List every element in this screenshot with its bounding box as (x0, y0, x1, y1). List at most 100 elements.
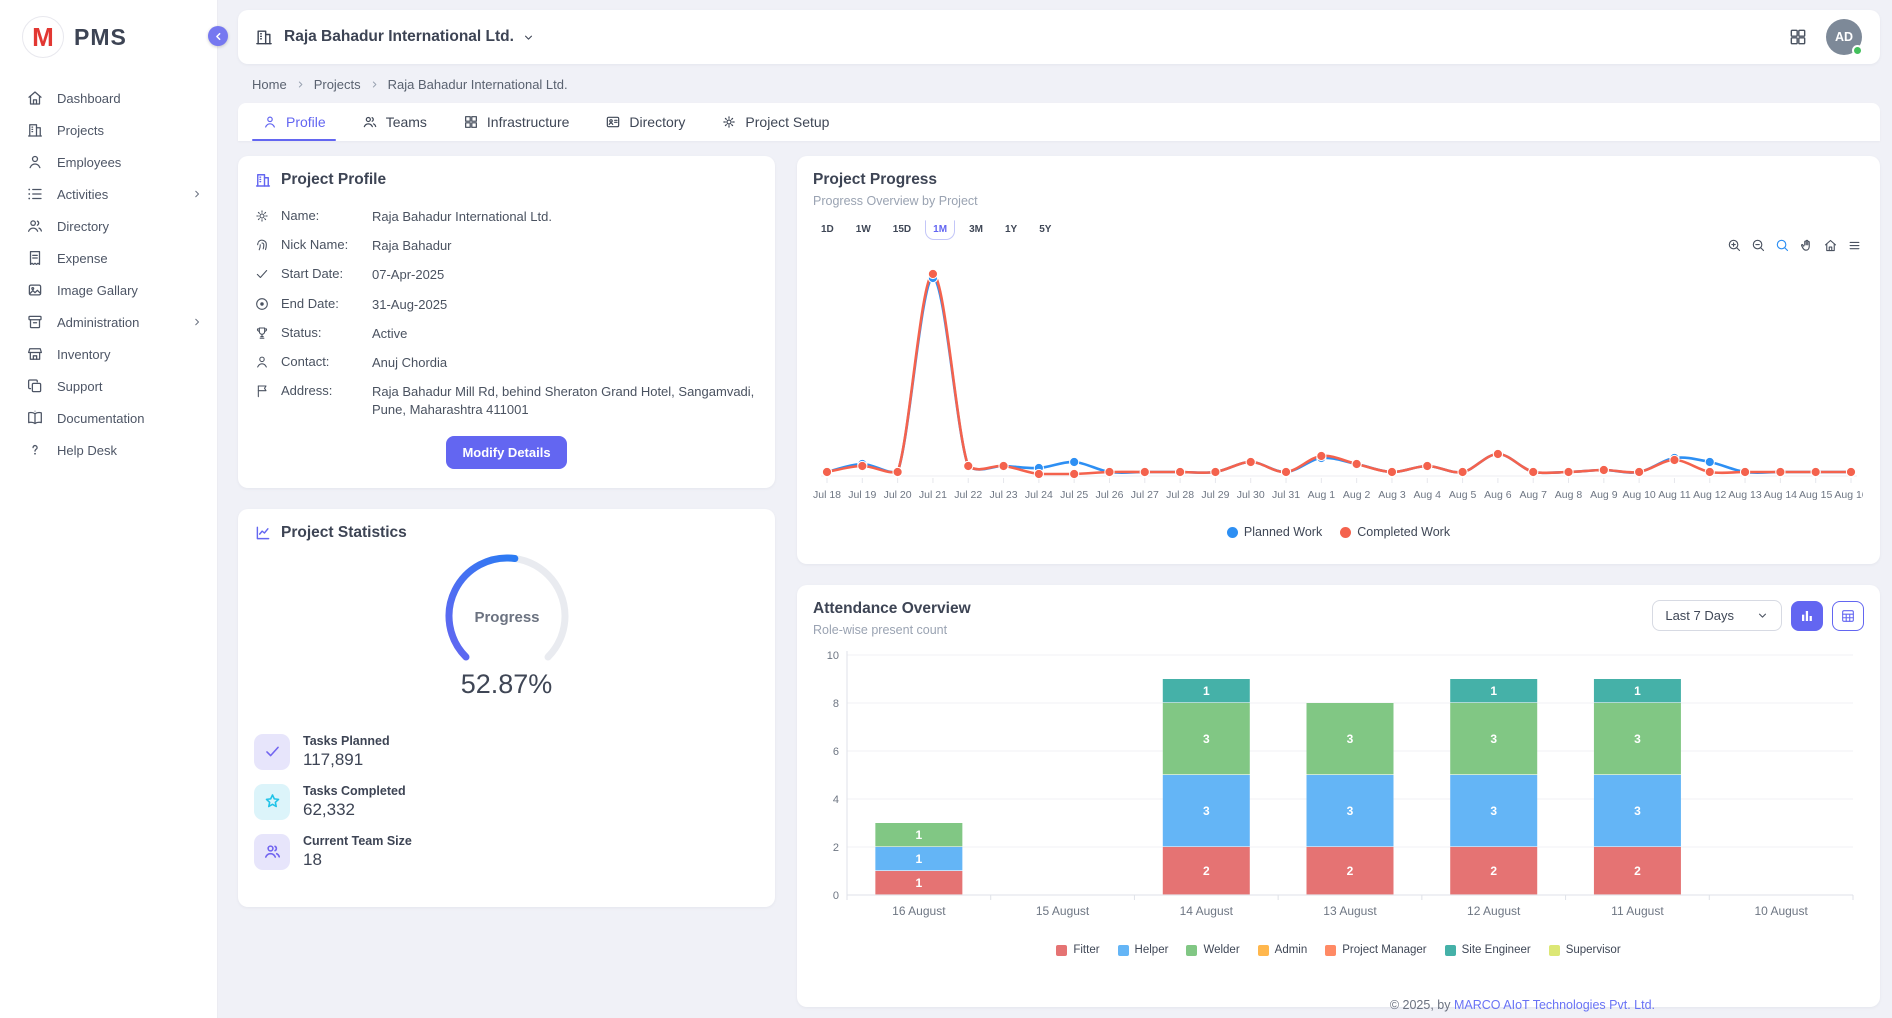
field-label: Address: (281, 382, 361, 398)
svg-text:16 August: 16 August (892, 904, 946, 918)
svg-text:Jul 30: Jul 30 (1237, 489, 1265, 501)
legend-item-site-engineer[interactable]: Site Engineer (1445, 944, 1531, 956)
sidebar-item-inventory[interactable]: Inventory (0, 338, 217, 370)
breadcrumb: HomeProjectsRaja Bahadur International L… (238, 64, 1880, 103)
buildings-icon (26, 121, 44, 139)
app-logo[interactable]: M PMS (0, 0, 217, 72)
legend-item-admin[interactable]: Admin (1258, 944, 1308, 956)
sidebar-item-help-desk[interactable]: Help Desk (0, 434, 217, 466)
legend-item-completed-work[interactable]: Completed Work (1340, 525, 1450, 539)
svg-text:12 August: 12 August (1467, 904, 1521, 918)
profile-field-row: Name:Raja Bahadur International Ltd. (254, 207, 759, 226)
profile-field-row: End Date:31-Aug-2025 (254, 295, 759, 314)
building-icon (254, 171, 272, 189)
field-value: 31-Aug-2025 (372, 295, 759, 314)
svg-text:Progress: Progress (474, 609, 539, 626)
svg-text:2: 2 (1634, 864, 1641, 878)
zoom-in-icon[interactable] (1727, 238, 1742, 253)
svg-text:13 August: 13 August (1323, 904, 1377, 918)
sidebar-item-projects[interactable]: Projects (0, 114, 217, 146)
range-button-1d[interactable]: 1D (813, 220, 842, 240)
svg-text:Aug 7: Aug 7 (1519, 489, 1547, 501)
home-icon[interactable] (1823, 238, 1838, 253)
legend-item-planned-work[interactable]: Planned Work (1227, 525, 1322, 539)
fingerprint-icon (254, 237, 270, 253)
time-range-buttons: 1D 1W 15D 1M 3M 1Y 5Y (813, 220, 1864, 240)
tab-directory[interactable]: Directory (587, 103, 703, 141)
sidebar-item-directory[interactable]: Directory (0, 210, 217, 242)
sidebar-item-label: Employees (57, 155, 121, 170)
tab-teams[interactable]: Teams (344, 103, 445, 141)
sidebar-item-image-gallary[interactable]: Image Gallary (0, 274, 217, 306)
tab-infrastructure[interactable]: Infrastructure (445, 103, 587, 141)
tab-profile[interactable]: Profile (244, 103, 344, 141)
svg-text:Aug 9: Aug 9 (1590, 489, 1618, 501)
gear-icon (721, 114, 737, 130)
svg-text:Jul 26: Jul 26 (1095, 489, 1123, 501)
stat-label: Current Team Size (303, 834, 412, 848)
sidebar-item-support[interactable]: Support (0, 370, 217, 402)
tab-label: Project Setup (745, 114, 829, 130)
range-button-1y[interactable]: 1Y (997, 220, 1025, 240)
legend-item-helper[interactable]: Helper (1118, 944, 1169, 956)
sidebar-item-label: Directory (57, 219, 109, 234)
svg-text:Aug 3: Aug 3 (1378, 489, 1406, 501)
legend-item-fitter[interactable]: Fitter (1056, 944, 1099, 956)
sidebar-item-expense[interactable]: Expense (0, 242, 217, 274)
breadcrumb-item[interactable]: Projects (314, 77, 361, 92)
range-button-1m[interactable]: 1M (925, 220, 955, 240)
breadcrumb-item[interactable]: Home (252, 77, 287, 92)
footer: © 2025, by MARCO AIoT Technologies Pvt. … (1390, 998, 1655, 1012)
tab-label: Teams (386, 114, 427, 130)
field-value: Raja Bahadur Mill Rd, behind Sheraton Gr… (372, 382, 759, 419)
date-range-value: Last 7 Days (1665, 608, 1734, 623)
field-label: Start Date: (281, 265, 361, 281)
chart-view-button[interactable] (1791, 601, 1823, 631)
range-button-15d[interactable]: 15D (885, 220, 919, 240)
range-button-5y[interactable]: 5Y (1031, 220, 1059, 240)
bar-chart[interactable]: 024681011116 August15 August233114 Augus… (813, 643, 1863, 935)
pan-icon[interactable] (1799, 238, 1814, 253)
chart-toolbar (1727, 238, 1862, 253)
main-area: Raja Bahadur International Ltd. AD Home P… (218, 0, 1892, 1018)
avatar[interactable]: AD (1826, 19, 1862, 55)
field-value: Anuj Chordia (372, 353, 759, 372)
date-range-select[interactable]: Last 7 Days (1652, 600, 1782, 631)
table-view-button[interactable] (1832, 601, 1864, 631)
bar-chart-legend: Fitter Helper Welder Admin Project Manager Si… (813, 944, 1864, 956)
line-chart[interactable]: Jul 18Jul 19Jul 20Jul 21Jul 22Jul 23Jul … (813, 248, 1863, 516)
modify-details-button[interactable]: Modify Details (446, 436, 566, 469)
zoom-out-icon[interactable] (1751, 238, 1766, 253)
svg-text:Jul 28: Jul 28 (1166, 489, 1194, 501)
sidebar-item-activities[interactable]: Activities (0, 178, 217, 210)
svg-text:Aug 14: Aug 14 (1764, 489, 1797, 501)
range-button-3m[interactable]: 3M (961, 220, 991, 240)
sidebar-item-label: Help Desk (57, 443, 117, 458)
sidebar-item-administration[interactable]: Administration (0, 306, 217, 338)
legend-item-supervisor[interactable]: Supervisor (1549, 944, 1621, 956)
legend-item-project-manager[interactable]: Project Manager (1325, 944, 1426, 956)
chevron-down-icon[interactable] (522, 31, 535, 44)
svg-text:15 August: 15 August (1036, 904, 1090, 918)
field-label: Status: (281, 324, 361, 340)
field-value: 07-Apr-2025 (372, 265, 759, 284)
svg-text:Jul 19: Jul 19 (848, 489, 876, 501)
sidebar-item-documentation[interactable]: Documentation (0, 402, 217, 434)
company-selector[interactable]: Raja Bahadur International Ltd. (284, 28, 514, 46)
apps-grid-icon[interactable] (1788, 27, 1808, 47)
footer-link[interactable]: MARCO AIoT Technologies Pvt. Ltd. (1454, 998, 1655, 1012)
sidebar-collapse-button[interactable] (208, 26, 228, 46)
svg-text:Jul 23: Jul 23 (990, 489, 1018, 501)
legend-item-welder[interactable]: Welder (1186, 944, 1239, 956)
sidebar-item-dashboard[interactable]: Dashboard (0, 82, 217, 114)
selection-zoom-icon[interactable] (1775, 238, 1790, 253)
svg-text:1: 1 (916, 852, 923, 866)
sidebar-item-employees[interactable]: Employees (0, 146, 217, 178)
field-value: Raja Bahadur International Ltd. (372, 207, 759, 226)
menu-icon[interactable] (1847, 238, 1862, 253)
svg-text:Jul 20: Jul 20 (884, 489, 912, 501)
line-chart-legend: Planned Work Completed Work (813, 525, 1864, 539)
svg-text:3: 3 (1490, 732, 1497, 746)
tab-project-setup[interactable]: Project Setup (703, 103, 847, 141)
range-button-1w[interactable]: 1W (848, 220, 879, 240)
